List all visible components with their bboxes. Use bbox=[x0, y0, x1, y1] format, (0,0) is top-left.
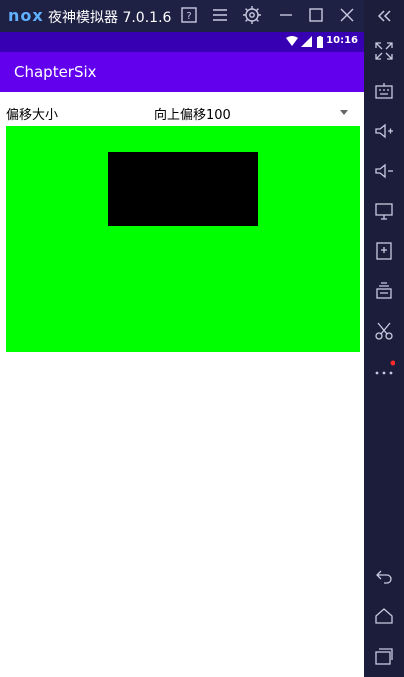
back-icon[interactable] bbox=[373, 565, 395, 587]
status-time: 10:16 bbox=[326, 35, 358, 46]
offset-black-rectangle bbox=[108, 152, 258, 226]
volume-up-icon[interactable] bbox=[373, 120, 395, 142]
volume-down-icon[interactable] bbox=[373, 160, 395, 182]
help-icon[interactable]: ? bbox=[178, 4, 200, 26]
offset-spinner-value: 向上偏移100 bbox=[154, 108, 231, 123]
offset-row: 偏移大小 向上偏移100 bbox=[0, 98, 364, 126]
status-bar: 10:16 bbox=[0, 32, 364, 52]
emulator-title: 夜神模拟器 7.0.1.6 bbox=[48, 10, 172, 26]
more-icon[interactable] bbox=[373, 360, 395, 382]
fullscreen-icon[interactable] bbox=[373, 40, 395, 62]
multi-instance-icon[interactable] bbox=[373, 280, 395, 302]
screen-icon[interactable] bbox=[373, 200, 395, 222]
menu-icon[interactable] bbox=[209, 4, 231, 26]
phone-screen: 10:16 ChapterSix 偏移大小 向上偏移100 bbox=[0, 32, 364, 677]
emulator-sidebar bbox=[364, 32, 404, 677]
close-icon[interactable] bbox=[336, 4, 358, 26]
offset-spinner[interactable]: 向上偏移100 bbox=[154, 98, 358, 126]
collapse-sidebar-icon[interactable] bbox=[364, 0, 404, 32]
signal-icon bbox=[301, 36, 312, 50]
maximize-icon[interactable] bbox=[305, 4, 327, 26]
emulator-title-bar: nox 夜神模拟器 7.0.1.6 ? bbox=[0, 0, 404, 32]
nox-logo: nox bbox=[8, 6, 44, 25]
home-icon[interactable] bbox=[373, 605, 395, 627]
app-bar: ChapterSix bbox=[0, 52, 364, 92]
minimize-icon[interactable] bbox=[275, 4, 297, 26]
wifi-icon bbox=[286, 36, 298, 50]
settings-gear-icon[interactable] bbox=[241, 4, 263, 26]
offset-label: 偏移大小 bbox=[6, 108, 59, 123]
svg-text:?: ? bbox=[186, 11, 191, 22]
recent-apps-icon[interactable] bbox=[373, 645, 395, 667]
app-title: ChapterSix bbox=[14, 63, 97, 81]
battery-icon bbox=[316, 36, 324, 51]
green-canvas bbox=[6, 126, 360, 352]
scissors-icon[interactable] bbox=[373, 320, 395, 342]
keyboard-icon[interactable] bbox=[373, 80, 395, 102]
apk-install-icon[interactable] bbox=[373, 240, 395, 262]
dropdown-arrow-icon bbox=[340, 110, 348, 115]
